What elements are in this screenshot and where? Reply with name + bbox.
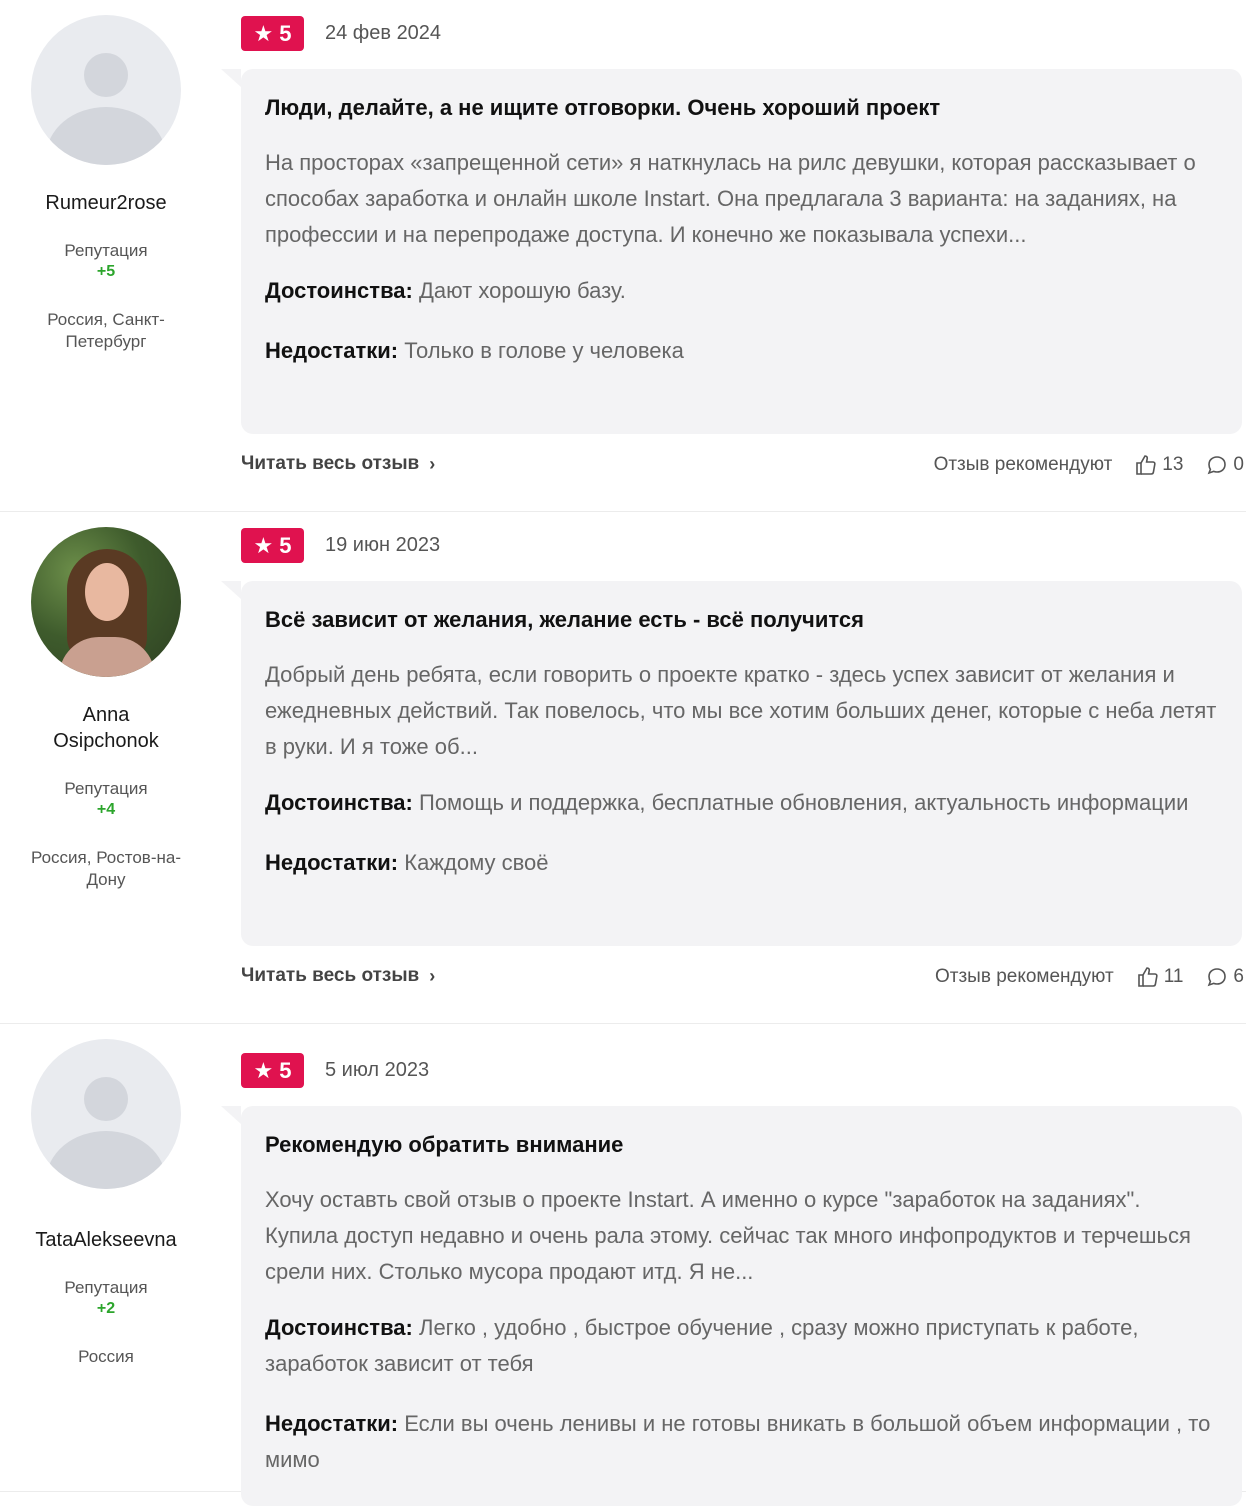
review-footer: Читать весь отзыв › Отзыв рекомендуют 11…	[241, 965, 1244, 995]
avatar-placeholder-icon	[84, 1077, 128, 1121]
author-name[interactable]: Rumeur2rose	[0, 190, 212, 216]
cons-text: Только в голове у человека	[404, 338, 684, 363]
rating-badge: ★ 5	[241, 16, 304, 51]
cons-label: Недостатки:	[265, 1411, 399, 1436]
thumbs-up-icon	[1134, 453, 1158, 477]
review-pros: Достоинства: Дают хорошую базу.	[265, 273, 1218, 309]
read-more-label: Читать весь отзыв	[241, 965, 420, 986]
read-more-link[interactable]: Читать весь отзыв ›	[241, 453, 435, 475]
recommend-label: Отзыв рекомендуют	[933, 454, 1113, 475]
cons-text: Если вы очень ленивы и не готовы вникать…	[265, 1411, 1211, 1472]
recommend-block: Отзыв рекомендуют 11 6	[935, 965, 1244, 989]
review-pros: Достоинства: Легко , удобно , быстрое об…	[265, 1310, 1218, 1382]
review-item: TataAlekseevna Репутация +2 Россия ★ 5 5…	[0, 1024, 1246, 1506]
avatar[interactable]	[31, 1039, 181, 1189]
avatar[interactable]	[31, 527, 181, 677]
comments-button[interactable]: 6	[1205, 965, 1244, 989]
review-text: Добрый день ребята, если говорить о прое…	[265, 662, 1217, 759]
like-count: 13	[1162, 454, 1184, 475]
rating-badge: ★ 5	[241, 528, 304, 563]
review-footer: Читать весь отзыв › Отзыв рекомендуют 13…	[241, 453, 1244, 483]
pros-label: Достоинства:	[265, 1315, 413, 1340]
reputation-label: Репутация	[64, 1278, 148, 1297]
rating-value: 5	[279, 20, 292, 46]
pros-label: Достоинства:	[265, 790, 413, 815]
reputation-value: +5	[96, 263, 116, 280]
comment-count: 0	[1233, 454, 1244, 475]
author-location: Россия, Санкт-Петербург	[47, 310, 165, 351]
like-count: 11	[1163, 966, 1184, 987]
rating-value: 5	[279, 1057, 292, 1083]
rating-badge: ★ 5	[241, 1053, 304, 1088]
review-date: 5 июл 2023	[325, 1059, 430, 1081]
review-card: Всё зависит от желания, желание есть - в…	[221, 581, 1242, 946]
cons-label: Недостатки:	[265, 850, 399, 875]
reputation-value: +4	[96, 801, 116, 818]
author-location: Россия	[78, 1347, 134, 1366]
reputation-label: Репутация	[64, 779, 148, 798]
author-name[interactable]: TataAlekseevna	[0, 1227, 212, 1253]
thumbs-up-icon	[1136, 965, 1160, 989]
like-button[interactable]: 13	[1134, 453, 1183, 477]
like-button[interactable]: 11	[1136, 965, 1184, 989]
cons-text: Каждому своё	[404, 850, 549, 875]
review-title[interactable]: Люди, делайте, а не ищите отговорки. Оче…	[265, 93, 1218, 123]
read-more-label: Читать весь отзыв	[241, 453, 420, 474]
star-icon: ★	[253, 1057, 274, 1083]
avatar[interactable]	[31, 15, 181, 165]
comment-count: 6	[1233, 966, 1244, 987]
review-card: Люди, делайте, а не ищите отговорки. Оче…	[221, 69, 1242, 434]
comments-button[interactable]: 0	[1205, 453, 1244, 477]
reputation-value: +2	[96, 1300, 116, 1317]
avatar-placeholder-icon	[84, 53, 128, 97]
chevron-right-icon: ›	[429, 453, 436, 474]
review-cons: Недостатки: Если вы очень ленивы и не го…	[265, 1406, 1218, 1478]
review-cons: Недостатки: Только в голове у человека	[265, 333, 1218, 369]
comment-icon	[1205, 965, 1229, 989]
read-more-link[interactable]: Читать весь отзыв ›	[241, 965, 435, 987]
comment-icon	[1205, 453, 1229, 477]
author-location: Россия, Ростов-на-Дону	[31, 848, 181, 889]
review-cons: Недостатки: Каждому своё	[265, 845, 1218, 881]
review-text: На просторах «запрещенной сети» я наткну…	[265, 150, 1196, 247]
review-text: Хочу оставть свой отзыв о проекте Instar…	[265, 1187, 1191, 1284]
recommend-block: Отзыв рекомендуют 13 0	[934, 453, 1244, 477]
rating-value: 5	[279, 532, 292, 558]
reputation-label: Репутация	[64, 241, 148, 260]
recommend-label: Отзыв рекомендуют	[934, 966, 1114, 987]
star-icon: ★	[253, 532, 274, 558]
chevron-right-icon: ›	[429, 965, 436, 986]
review-pros: Достоинства: Помощь и поддержка, бесплат…	[265, 785, 1218, 821]
review-card: Рекомендую обратить внимание Хочу оставт…	[221, 1106, 1242, 1506]
review-item: Anna Osipchonok Репутация +4 Россия, Рос…	[0, 512, 1246, 1024]
review-title[interactable]: Рекомендую обратить внимание	[265, 1130, 1218, 1160]
pros-text: Дают хорошую базу.	[419, 278, 626, 303]
pros-text: Помощь и поддержка, бесплатные обновлени…	[419, 790, 1189, 815]
review-date: 19 июн 2023	[325, 534, 441, 556]
author-name[interactable]: Anna Osipchonok	[0, 702, 212, 754]
review-title[interactable]: Всё зависит от желания, желание есть - в…	[265, 605, 1218, 635]
cons-label: Недостатки:	[265, 338, 399, 363]
review-item: Rumeur2rose Репутация +5 Россия, Санкт-П…	[0, 0, 1246, 512]
star-icon: ★	[253, 20, 274, 46]
pros-label: Достоинства:	[265, 278, 413, 303]
review-date: 24 фев 2024	[325, 22, 442, 44]
